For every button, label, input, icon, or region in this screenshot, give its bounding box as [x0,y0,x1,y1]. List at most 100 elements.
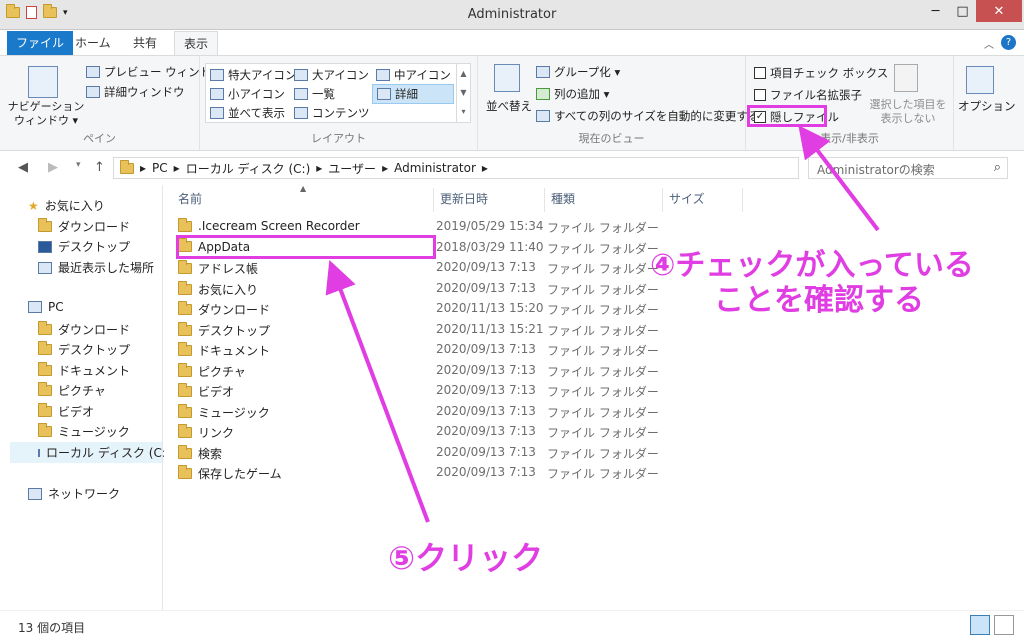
path-separator: ▸ [173,161,180,175]
table-row[interactable]: デスクトップ 2020/11/13 15:21 ファイル フォルダー [164,320,744,340]
address-bar-row: ◀ ▶ ▾ ↑ ▸ PC ▸ ローカル ディスク (C:) ▸ ユーザー ▸ A… [0,151,1024,185]
column-header-type[interactable]: 種類 [545,188,663,212]
file-type: ファイル フォルダー [547,303,659,317]
nav-videos[interactable]: ビデオ [38,403,94,420]
up-icon[interactable]: ↑ [94,160,105,175]
layout-gallery: 特大アイコン 大アイコン 中アイコン 小アイコン 一覧 詳細 並べて表示 コンテ… [205,63,471,123]
file-type: ファイル フォルダー [547,262,659,276]
nav-local-disk[interactable]: ローカル ディスク (C:) [10,442,171,463]
ribbon-group-pane: ナビゲーション ウィンドウ ▾ プレビュー ウィンドウ 詳細ウィンドウ ペイン [0,56,223,150]
help-icon[interactable]: ? [1001,35,1016,50]
layout-gallery-scroll[interactable]: ▲ ▼ ▾ [456,64,470,122]
breadcrumb-administrator[interactable]: Administrator [394,161,476,175]
item-checkboxes-toggle[interactable]: 項目チェック ボックス [754,65,888,81]
file-name: .Icecream Screen Recorder [178,217,360,233]
tab-share[interactable]: 共有 [124,31,166,55]
recent-locations-icon[interactable]: ▾ [76,160,81,170]
group-label: レイアウト [311,132,366,145]
file-name: ドキュメント [178,342,270,359]
file-name: お気に入り [178,280,258,298]
address-path[interactable]: ▸ PC ▸ ローカル ディスク (C:) ▸ ユーザー ▸ Administr… [113,157,799,179]
nav-recent[interactable]: 最近表示した場所 [38,259,154,276]
pictures-folder-icon [38,382,52,396]
column-header-size[interactable]: サイズ [663,188,743,212]
file-type: ファイル フォルダー [547,282,659,297]
annotation-step4-line2: ことを確認する [714,283,924,318]
nav-downloads[interactable]: ダウンロード [38,218,130,235]
status-bar: 13 個の項目 [0,610,1024,640]
nav-pc-desktop[interactable]: デスクトップ [38,341,130,358]
table-row[interactable]: ダウンロード 2020/11/13 15:20 ファイル フォルダー [164,299,744,319]
folder-icon [120,159,134,174]
breadcrumb-users[interactable]: ユーザー [328,160,376,177]
nav-documents[interactable]: ドキュメント [38,362,130,379]
nav-network[interactable]: ネットワーク [28,485,120,502]
chevron-up-icon[interactable]: ︿ [984,36,994,51]
close-button[interactable]: ✕ [976,0,1022,22]
download-folder-icon [38,321,52,335]
table-row[interactable]: 検索 2020/09/13 7:13 ファイル フォルダー [164,443,744,463]
layout-list[interactable]: 一覧 [294,86,335,102]
tab-file[interactable]: ファイル [7,31,74,55]
layout-medium-icons[interactable]: 中アイコン [376,67,451,83]
drive-icon [38,448,40,457]
details-view-icon[interactable] [970,615,990,635]
group-by-button[interactable]: グループ化 ▾ [536,64,620,80]
large-icons-view-icon[interactable] [994,615,1014,635]
layout-xl-icons[interactable]: 特大アイコン [210,67,296,83]
table-row[interactable]: ビデオ 2020/09/13 7:13 ファイル フォルダー [164,381,744,401]
layout-tiles[interactable]: 並べて表示 [210,105,285,121]
nav-pictures[interactable]: ピクチャ [38,382,106,399]
layout-small-icons[interactable]: 小アイコン [210,86,285,102]
back-icon[interactable]: ◀ [18,160,28,175]
breadcrumb-pc[interactable]: PC [152,161,168,175]
sort-button[interactable]: 並べ替え [486,98,532,114]
column-header-date[interactable]: 更新日時 [434,188,545,212]
minimize-button[interactable]: ─ [922,0,949,22]
table-row[interactable]: 保存したゲーム 2020/09/13 7:13 ファイル フォルダー [164,463,744,483]
table-row[interactable]: ミュージック 2020/09/13 7:13 ファイル フォルダー [164,402,744,422]
file-name: ビデオ [178,383,234,400]
layout-details[interactable]: 詳細 [372,84,454,104]
forward-icon[interactable]: ▶ [48,160,58,175]
tab-home[interactable]: ホーム [66,31,120,55]
hidden-items-highlight [747,105,827,127]
file-date: 2020/09/13 7:13 [436,342,536,356]
folder-icon [178,342,192,356]
search-icon[interactable]: ⌕ [994,160,1001,175]
table-row[interactable]: リンク 2020/09/13 7:13 ファイル フォルダー [164,422,744,442]
hide-selected-button[interactable]: 選択した項目を 表示しない [868,98,948,126]
documents-folder-icon [38,362,52,376]
folder-icon [178,424,192,438]
file-extensions-toggle[interactable]: ファイル名拡張子 [754,87,862,103]
options-button[interactable]: オプション [958,98,1016,114]
nav-desktop[interactable]: デスクトップ [38,238,130,255]
layout-large-icons[interactable]: 大アイコン [294,67,369,83]
folder-icon [178,465,192,479]
breadcrumb-local-disk[interactable]: ローカル ディスク (C:) [186,160,311,177]
fit-columns-button[interactable]: すべての列のサイズを自動的に変更する [536,108,759,124]
table-row[interactable]: ピクチャ 2020/09/13 7:13 ファイル フォルダー [164,361,744,381]
appdata-highlight [176,235,436,259]
add-columns-button[interactable]: 列の追加 ▾ [536,86,609,102]
details-pane-button[interactable]: 詳細ウィンドウ [86,84,185,100]
maximize-button[interactable]: □ [949,0,976,22]
nav-favorites[interactable]: ★ お気に入り [28,197,105,214]
file-type: ファイル フォルダー [547,467,659,481]
path-separator: ▸ [382,161,389,175]
search-input[interactable]: Administratorの検索 ⌕ [808,157,1008,179]
item-count: 13 個の項目 [18,621,86,635]
navigation-pane-button[interactable]: ナビゲーション ウィンドウ ▾ [6,100,86,128]
column-header-name[interactable]: 名前 ▲ [172,184,434,212]
nav-pc-downloads[interactable]: ダウンロード [38,321,130,338]
folder-icon [178,383,192,397]
file-type: ファイル フォルダー [547,221,659,235]
folder-icon [178,362,192,377]
nav-music[interactable]: ミュージック [38,423,130,440]
table-row[interactable]: ドキュメント 2020/09/13 7:13 ファイル フォルダー [164,340,744,360]
table-row[interactable]: .Icecream Screen Recorder 2019/05/29 15:3… [164,217,744,237]
tab-view[interactable]: 表示 [174,31,219,55]
ribbon-group-show-hide: 項目チェック ボックス ファイル名拡張子 ✓ 隠しファイル 選択した項目を 表示し… [746,56,954,150]
nav-pc[interactable]: PC [28,300,64,314]
layout-content[interactable]: コンテンツ [294,105,370,121]
